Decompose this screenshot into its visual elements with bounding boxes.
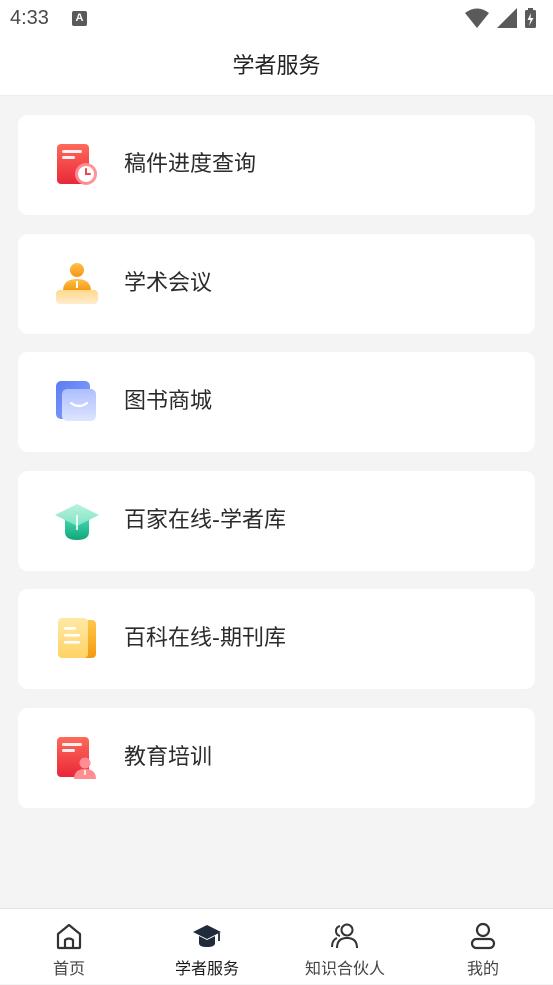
service-menu-list: 稿件进度查询 学术会议 图书商城 百家在线-学者库 百科在线-期刊库 教育培训 (18, 115, 535, 827)
menu-item-academic-meeting[interactable]: 学术会议 (18, 233, 535, 334)
status-bar: 4:33 A (0, 0, 553, 38)
notification-app-icon: A (72, 11, 87, 26)
notification-letter: A (75, 12, 84, 24)
education-training-icon (57, 736, 96, 779)
menu-item-label: 稿件进度查询 (124, 152, 257, 177)
wifi-icon (465, 8, 489, 28)
nav-item-mine[interactable]: 我的 (414, 909, 552, 985)
menu-item-label: 教育培训 (124, 744, 213, 770)
menu-item-label: 图书商城 (124, 389, 213, 415)
home-icon (56, 923, 82, 950)
book-mall-icon (56, 381, 96, 422)
academic-meeting-icon (56, 262, 98, 304)
scholar-cap-icon (55, 503, 99, 540)
menu-item-label: 百科在线-期刊库 (124, 626, 286, 652)
graduation-cap-icon (193, 925, 221, 947)
status-time: 4:33 (10, 7, 49, 29)
menu-item-education-training[interactable]: 教育培训 (18, 707, 535, 808)
bottom-nav: 首页 学者服务 知识合伙人 我的 (0, 908, 553, 984)
app-header: 学者服务 (0, 38, 553, 96)
nav-item-home[interactable]: 首页 (0, 909, 138, 985)
menu-item-label: 百家在线-学者库 (124, 507, 286, 533)
menu-item-journal-library[interactable]: 百科在线-期刊库 (18, 589, 535, 690)
partners-icon (331, 923, 358, 949)
cellular-signal-icon (497, 8, 517, 28)
journal-library-icon (58, 618, 96, 659)
menu-item-scholar-library[interactable]: 百家在线-学者库 (18, 470, 535, 571)
battery-charging-icon (525, 8, 536, 28)
manuscript-progress-icon (57, 144, 97, 185)
menu-item-label: 学术会议 (124, 270, 213, 296)
menu-item-book-mall[interactable]: 图书商城 (18, 352, 535, 453)
page-title: 学者服务 (232, 54, 321, 79)
nav-label: 我的 (466, 959, 499, 978)
nav-item-knowledge-partner[interactable]: 知识合伙人 (276, 909, 414, 985)
menu-item-manuscript-progress[interactable]: 稿件进度查询 (18, 115, 535, 215)
user-profile-icon (470, 922, 496, 950)
nav-label: 首页 (52, 959, 85, 978)
nav-label: 知识合伙人 (304, 959, 385, 978)
nav-item-scholar-services[interactable]: 学者服务 (138, 909, 276, 985)
status-icons (465, 8, 536, 28)
nav-label: 学者服务 (174, 959, 239, 978)
